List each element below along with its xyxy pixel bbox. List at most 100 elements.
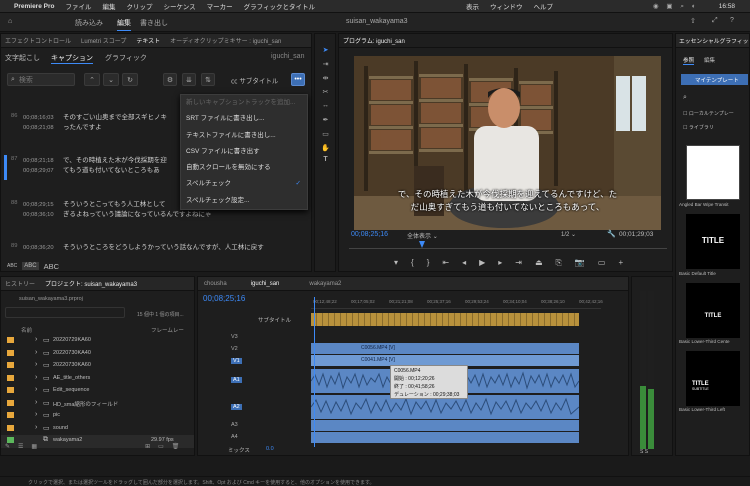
add-button-icon[interactable]: + <box>618 258 623 268</box>
menu-export-text[interactable]: テキストファイルに書き出し... <box>181 128 307 144</box>
libraries-checkbox[interactable]: ☐ ライブラリ <box>683 124 714 131</box>
fullscreen-icon[interactable]: ⤢ <box>712 17 718 25</box>
tab-sequence-iguchi[interactable]: iguchi_san <box>251 281 280 287</box>
program-video[interactable]: で、その時植えた木が今伐採期を迎えてるんですけど、た だ山奥すぎてもう道も付いて… <box>354 56 661 230</box>
list-item[interactable]: › ▭ pic <box>1 410 194 423</box>
list-item[interactable]: › ▭ 20220730KA60 <box>1 360 194 373</box>
tab-lumetri[interactable]: Lumetri スコープ <box>81 36 126 45</box>
menu-help[interactable]: ヘルプ <box>534 1 554 11</box>
text-size-large[interactable]: ABC <box>44 262 59 271</box>
tab-text[interactable]: テキスト <box>136 36 160 45</box>
caption-text[interactable]: てもう道も付いてないところもあ <box>63 166 193 176</box>
project-search[interactable] <box>5 307 125 318</box>
playhead-marker[interactable] <box>419 241 425 248</box>
icon-view-icon[interactable]: ▦ <box>31 443 37 455</box>
caption-text[interactable]: そういうとこってもう人工林として <box>63 200 193 210</box>
hand-tool-icon[interactable]: ✋ <box>319 144 332 154</box>
wrench-icon[interactable]: 🔧 <box>607 230 616 238</box>
quality-dropdown[interactable]: 1/2 ⌄ <box>561 231 576 238</box>
tab-edit[interactable]: 編集 <box>704 56 715 64</box>
caption-text[interactable]: ぎるよねっていう議論になっているんですよねにゃ <box>63 210 212 220</box>
caption-track-clips[interactable] <box>311 313 579 326</box>
merge-button[interactable]: ⇊ <box>182 73 196 86</box>
home-icon[interactable]: ⌂ <box>8 18 12 25</box>
text-size-small[interactable]: ABC <box>7 263 17 269</box>
audio-clip[interactable] <box>311 432 579 443</box>
menu-edit[interactable]: 編集 <box>102 1 115 11</box>
lift-icon[interactable]: ⏏ <box>535 258 543 268</box>
menu-sequence[interactable]: シーケンス <box>163 1 195 11</box>
help-icon[interactable]: ? <box>730 17 734 24</box>
list-item[interactable]: › ▭ HD_sma縮形のフィールド <box>1 398 194 411</box>
go-to-in-icon[interactable]: ⇤ <box>442 258 449 268</box>
list-view-icon[interactable]: ☰ <box>18 443 23 455</box>
list-item[interactable]: › ▭ 20220729KA60 <box>1 335 194 348</box>
menu-graphics[interactable]: グラフィックとタイトル <box>244 1 315 11</box>
program-timecode[interactable]: 00;08;25;16 <box>351 231 388 238</box>
menu-spellcheck[interactable]: スペルチェック ✓ <box>181 176 307 192</box>
step-forward-icon[interactable]: ▸ <box>498 258 502 268</box>
mix-value[interactable]: 0.0 <box>266 446 274 452</box>
caption-settings-button[interactable]: ⚙ <box>163 73 177 86</box>
caption-row[interactable]: 89 00;08;36;20 そういうところをどうしようかっていう話なんですが、… <box>1 243 306 257</box>
vr-icon[interactable]: ▭ <box>598 258 606 268</box>
list-item[interactable]: › ▭ sound <box>1 423 194 436</box>
caption-text[interactable]: そういうところをどうしようかっていう話なんですが、人工林に戻す <box>63 243 303 253</box>
template-thumbnail[interactable]: TITLE <box>686 283 740 338</box>
template-thumbnail[interactable]: TITLE SUBTITLE <box>686 351 740 406</box>
play-icon[interactable]: ▶ <box>479 258 485 268</box>
app-menu[interactable]: Premiere Pro <box>14 3 54 10</box>
subtitle-track-select[interactable]: ㏄ サブタイトル <box>231 75 278 85</box>
subtab-captions[interactable]: キャプション <box>51 53 93 64</box>
menu-file[interactable]: ファイル <box>65 1 91 11</box>
slip-tool-icon[interactable]: ↔ <box>319 102 332 112</box>
search-input[interactable]: ⌕ 検索 <box>7 73 75 86</box>
menu-export-csv[interactable]: CSV ファイルに書き出す <box>181 144 307 160</box>
export-frame-icon[interactable]: 📷 <box>575 258 585 268</box>
tab-sequence-wakayama2[interactable]: wakayama2 <box>309 281 341 287</box>
template-thumbnail[interactable] <box>686 145 740 200</box>
tab-history[interactable]: ヒストリー <box>5 279 35 288</box>
split-button[interactable]: ⇅ <box>201 73 215 86</box>
ripple-edit-icon[interactable]: ⇹ <box>319 74 332 84</box>
tab-sequence-chousha[interactable]: chousha <box>204 281 227 287</box>
razor-icon[interactable]: ✂ <box>319 88 332 98</box>
search-icon[interactable]: ⌕ <box>683 94 687 102</box>
workspace-edit[interactable]: 編集 <box>117 18 131 31</box>
column-framerate[interactable]: フレームレー <box>151 326 184 334</box>
mark-out-icon[interactable]: } <box>427 258 430 268</box>
rectangle-tool-icon[interactable]: ▭ <box>319 130 332 140</box>
type-tool-icon[interactable]: T <box>319 156 332 166</box>
next-button[interactable]: ⌄ <box>103 73 119 86</box>
menu-window[interactable]: ウィンドウ <box>490 1 523 11</box>
pen-tool-icon[interactable]: ✒ <box>319 116 332 126</box>
add-marker-icon[interactable]: ▾ <box>394 258 398 268</box>
step-back-icon[interactable]: ◂ <box>462 258 466 268</box>
tab-program[interactable]: プログラム: iguchi_san <box>343 36 405 45</box>
program-scrubber[interactable] <box>349 241 667 249</box>
menu-add-caption-track[interactable]: 新しいキャプショントラックを追加... <box>181 95 307 111</box>
template-dropdown[interactable]: マイテンプレート <box>681 74 748 85</box>
more-menu-button[interactable]: ••• <box>291 73 305 86</box>
trash-icon[interactable]: 🗑 <box>172 443 180 455</box>
pencil-icon[interactable]: ✎ <box>5 443 10 455</box>
menu-clip[interactable]: クリップ <box>126 1 152 11</box>
new-item-icon[interactable]: ⊞ <box>145 443 150 455</box>
go-to-out-icon[interactable]: ⇥ <box>515 258 522 268</box>
extract-icon[interactable]: ⎘ <box>556 258 562 268</box>
menu-view[interactable]: 表示 <box>466 1 479 11</box>
mark-in-icon[interactable]: { <box>411 258 414 268</box>
timeline-timecode[interactable]: 00;08;25;16 <box>203 294 245 303</box>
folder-icon[interactable]: ▭ <box>158 443 164 455</box>
prev-button[interactable]: ⌃ <box>84 73 100 86</box>
tab-project[interactable]: プロジェクト: suisan_wakayama3 <box>45 279 137 288</box>
column-name[interactable]: 名前 <box>21 326 32 334</box>
list-item[interactable]: › ▭ 20220730KA40 <box>1 348 194 361</box>
workspace-import[interactable]: 読み込み <box>75 18 103 28</box>
workspace-export[interactable]: 書き出し <box>140 18 168 28</box>
list-item[interactable]: › ▭ AE_title_others <box>1 373 194 386</box>
subtab-transcript[interactable]: 文字起こし <box>5 53 40 63</box>
caption-text[interactable]: ったんですよ <box>63 123 193 133</box>
tab-audio-mixer[interactable]: オーディオクリップミキサー : iguchi_san <box>170 36 281 45</box>
menu-spellcheck-settings[interactable]: スペルチェック設定... <box>181 193 307 209</box>
